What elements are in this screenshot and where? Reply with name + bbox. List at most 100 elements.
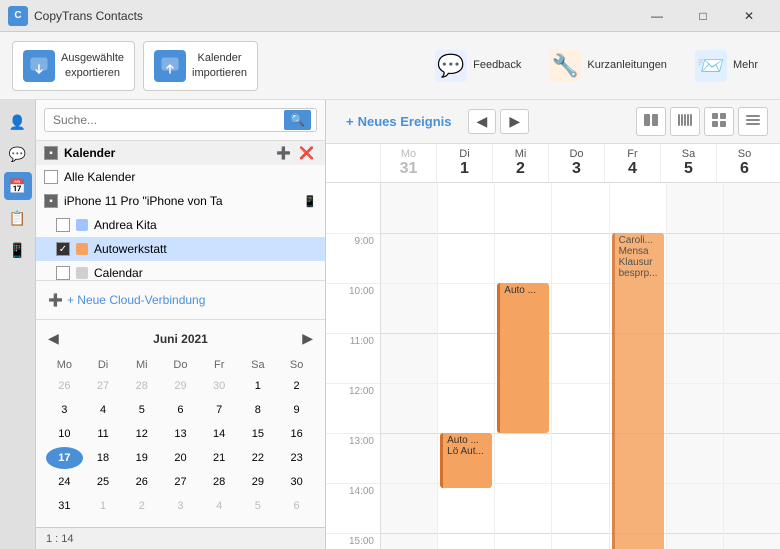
view-multiday-button[interactable] (636, 107, 666, 136)
delete-calendar-button[interactable]: ❌ (296, 145, 317, 161)
list-item[interactable]: Alle Kalender (36, 165, 325, 189)
mini-cal-day[interactable]: 13 (162, 423, 199, 445)
close-button[interactable]: ✕ (726, 0, 772, 32)
cal-next-button[interactable]: ▶ (500, 109, 529, 134)
sidebar-icon-notes[interactable]: 📋 (4, 204, 32, 232)
mini-cal-day[interactable]: 30 (278, 471, 315, 493)
mini-cal-day[interactable]: 4 (85, 399, 122, 421)
mini-cal-day[interactable]: 18 (85, 447, 122, 469)
sidebar-icon-apps[interactable]: 📱 (4, 236, 32, 264)
mini-cal-day[interactable]: 9 (278, 399, 315, 421)
week-day-header-mo[interactable]: Mo 31 (380, 144, 436, 182)
mini-cal-day[interactable]: 2 (278, 375, 315, 397)
week-day-header-fr[interactable]: Fr 4 (604, 144, 660, 182)
more-button[interactable]: 📨 Mehr (685, 41, 768, 91)
mini-cal-day[interactable]: 6 (278, 495, 315, 517)
calendar-event[interactable]: Auto ... (497, 283, 549, 433)
mini-cal-day[interactable]: 21 (201, 447, 238, 469)
new-event-button[interactable]: + Neues Ereignis (338, 110, 460, 133)
mini-cal-prev[interactable]: ◀ (44, 328, 63, 349)
calendar-checkbox[interactable]: ▪ (44, 146, 58, 160)
import-icon (154, 50, 186, 82)
feedback-icon: 💬 (435, 50, 467, 82)
cal-prev-button[interactable]: ◀ (468, 109, 497, 134)
mini-cal-day[interactable]: 29 (162, 375, 199, 397)
mini-cal-day[interactable]: 17 (46, 447, 83, 469)
mini-cal-day[interactable]: 5 (240, 495, 277, 517)
sidebar-icon-contacts[interactable]: 👤 (4, 108, 32, 136)
mini-cal-day[interactable]: 5 (123, 399, 160, 421)
hour-line (552, 283, 608, 333)
mini-cal-day[interactable]: 4 (201, 495, 238, 517)
week-day-header-do[interactable]: Do 3 (548, 144, 604, 182)
mini-cal-day[interactable]: 25 (85, 471, 122, 493)
week-day-header-di[interactable]: Di 1 (436, 144, 492, 182)
list-item[interactable]: Calendar (36, 261, 325, 281)
mini-cal-day[interactable]: 7 (201, 399, 238, 421)
week-day-header-so[interactable]: So 6 (716, 144, 772, 182)
add-cloud-button[interactable]: ➕ + Neue Cloud-Verbindung (44, 289, 317, 311)
mini-cal-day[interactable]: 2 (123, 495, 160, 517)
mini-cal-day[interactable]: 3 (162, 495, 199, 517)
minimize-button[interactable]: — (634, 0, 680, 32)
list-item[interactable]: ▪ Kalender ➕ ❌ (36, 141, 325, 165)
search-button[interactable]: 🔍 (284, 110, 311, 130)
calendar-checkbox[interactable]: ✓ (56, 242, 70, 256)
hour-line (552, 333, 608, 383)
mini-cal-day[interactable]: 1 (240, 375, 277, 397)
list-item[interactable]: ▪ iPhone 11 Pro "iPhone von Ta 📱 (36, 189, 325, 213)
mini-cal-day[interactable]: 16 (278, 423, 315, 445)
calendar-event[interactable]: Caroli...MensaKlausurbesprp... (612, 233, 664, 549)
mini-cal-day[interactable]: 19 (123, 447, 160, 469)
calendar-checkbox[interactable] (56, 218, 70, 232)
mini-cal-day[interactable]: 28 (123, 375, 160, 397)
week-view: Mo 31 Di 1 Mi 2 Do 3 Fr 4 (326, 144, 780, 549)
feedback-label: Feedback (473, 58, 521, 72)
mini-cal-day[interactable]: 10 (46, 423, 83, 445)
list-item[interactable]: ✓ Autowerkstatt (36, 237, 325, 261)
mini-cal-day[interactable]: 23 (278, 447, 315, 469)
mini-cal-day[interactable]: 24 (46, 471, 83, 493)
calendar-event[interactable]: Auto ...Lö Aut... (440, 433, 492, 488)
mini-cal-day[interactable]: 15 (240, 423, 277, 445)
calendar-checkbox[interactable]: ▪ (44, 194, 58, 208)
mini-cal-day[interactable]: 11 (85, 423, 122, 445)
list-item[interactable]: Andrea Kita (36, 213, 325, 237)
day-short: Fr (627, 148, 637, 160)
grid-top-spacer (724, 183, 780, 233)
shortcuts-button[interactable]: 🔧 Kurzanleitungen (539, 41, 677, 91)
mini-cal-day[interactable]: 29 (240, 471, 277, 493)
calendar-checkbox[interactable] (44, 170, 58, 184)
search-input[interactable] (44, 108, 317, 132)
mini-cal-day[interactable]: 1 (85, 495, 122, 517)
week-day-header-mi[interactable]: Mi 2 (492, 144, 548, 182)
import-button[interactable]: Kalenderimportieren (143, 41, 258, 91)
calendar-checkbox[interactable] (56, 266, 70, 280)
mini-cal-day[interactable]: 20 (162, 447, 199, 469)
add-calendar-button[interactable]: ➕ (273, 145, 294, 161)
export-button[interactable]: Ausgewählteexportieren (12, 41, 135, 91)
mini-cal-day[interactable]: 31 (46, 495, 83, 517)
feedback-button[interactable]: 💬 Feedback (425, 41, 531, 91)
week-day-header-sa[interactable]: Sa 5 (660, 144, 716, 182)
mini-cal-day[interactable]: 26 (123, 471, 160, 493)
mini-cal-day[interactable]: 22 (240, 447, 277, 469)
view-list-button[interactable] (738, 107, 768, 136)
mini-cal-day[interactable]: 8 (240, 399, 277, 421)
mini-cal-day[interactable]: 3 (46, 399, 83, 421)
mini-cal-day[interactable]: 30 (201, 375, 238, 397)
mini-cal-day[interactable]: 27 (85, 375, 122, 397)
view-month-button[interactable] (704, 107, 734, 136)
status-bar: 1 : 14 (36, 527, 325, 549)
maximize-button[interactable]: □ (680, 0, 726, 32)
mini-cal-day[interactable]: 14 (201, 423, 238, 445)
mini-cal-day[interactable]: 12 (123, 423, 160, 445)
mini-cal-day[interactable]: 28 (201, 471, 238, 493)
sidebar-icon-calendar[interactable]: 📅 (4, 172, 32, 200)
view-week-button[interactable] (670, 107, 700, 136)
mini-cal-day[interactable]: 26 (46, 375, 83, 397)
sidebar-icon-messages[interactable]: 💬 (4, 140, 32, 168)
mini-cal-next[interactable]: ▶ (298, 328, 317, 349)
mini-cal-day[interactable]: 6 (162, 399, 199, 421)
mini-cal-day[interactable]: 27 (162, 471, 199, 493)
